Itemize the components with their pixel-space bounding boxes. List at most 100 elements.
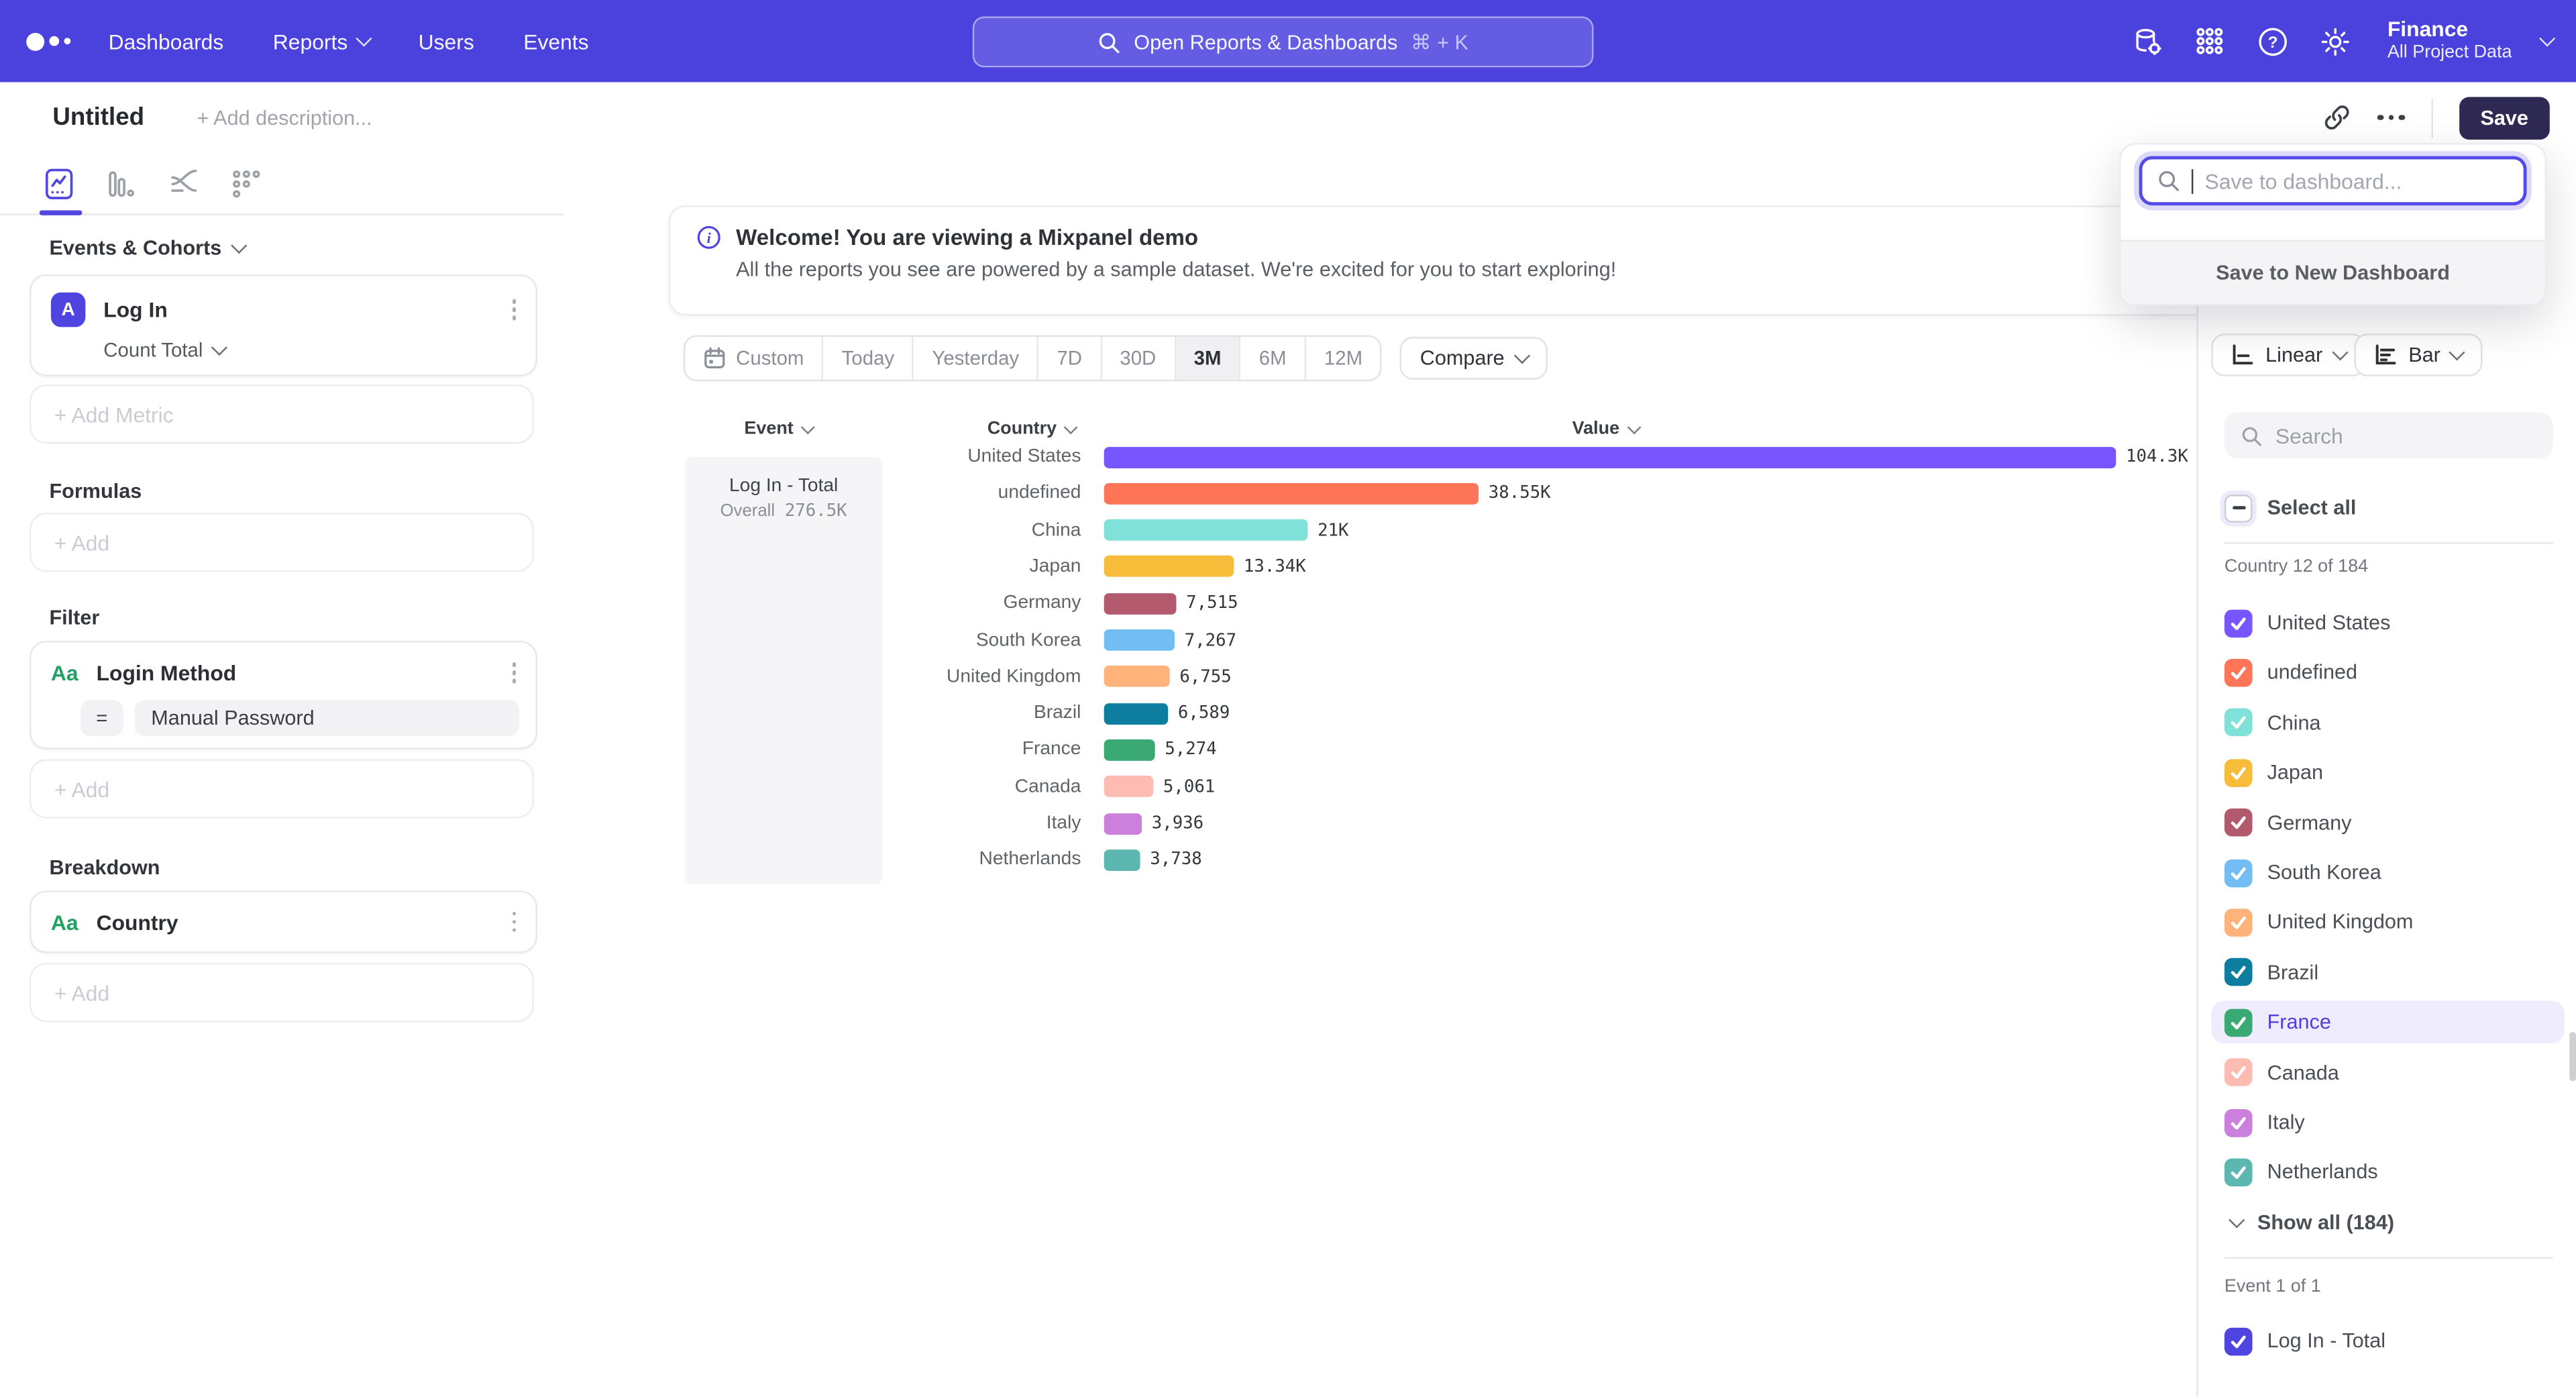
add-breakdown-button[interactable]: + Add bbox=[30, 963, 534, 1022]
metric-name[interactable]: Log In bbox=[103, 297, 508, 322]
legend-country-row-france[interactable]: France bbox=[2211, 1001, 2565, 1044]
date-range-6m[interactable]: 6M bbox=[1241, 337, 1306, 380]
bar-undefined[interactable] bbox=[1104, 483, 1479, 505]
country-checkbox-china[interactable] bbox=[2224, 709, 2253, 737]
nav-item-users[interactable]: Users bbox=[419, 29, 474, 54]
bar-italy[interactable] bbox=[1104, 813, 1142, 834]
legend-country-row-netherlands[interactable]: Netherlands bbox=[2198, 1151, 2576, 1194]
more-options-icon[interactable] bbox=[2377, 115, 2404, 121]
breakdown-property-name[interactable]: Country bbox=[97, 910, 508, 935]
bar-canada[interactable] bbox=[1104, 776, 1153, 797]
breakdown-menu-icon[interactable] bbox=[508, 909, 519, 935]
apps-grid-icon[interactable] bbox=[2194, 25, 2226, 58]
scrollbar-thumb[interactable] bbox=[2569, 1032, 2576, 1081]
chart-type-label: Bar bbox=[2408, 344, 2440, 366]
legend-country-row-germany[interactable]: Germany bbox=[2198, 801, 2576, 844]
event-checkbox[interactable] bbox=[2224, 1327, 2253, 1355]
help-icon[interactable]: ? bbox=[2256, 25, 2289, 58]
date-range-7d[interactable]: 7D bbox=[1039, 337, 1102, 380]
data-management-icon[interactable] bbox=[2131, 25, 2164, 58]
report-title[interactable]: Untitled bbox=[52, 103, 144, 132]
filter-value[interactable]: Manual Password bbox=[135, 699, 519, 735]
bar-united-kingdom[interactable] bbox=[1104, 666, 1170, 688]
filter-property-name[interactable]: Login Method bbox=[97, 660, 508, 685]
mixpanel-logo-icon[interactable] bbox=[26, 32, 85, 50]
legend-country-row-united-states[interactable]: United States bbox=[2198, 601, 2576, 644]
legend-country-row-united-kingdom[interactable]: United Kingdom bbox=[2198, 901, 2576, 944]
country-checkbox-united-kingdom[interactable] bbox=[2224, 909, 2253, 937]
bar-brazil[interactable] bbox=[1104, 703, 1169, 724]
tab-retention[interactable] bbox=[227, 164, 266, 203]
nav-item-events[interactable]: Events bbox=[523, 29, 588, 54]
bar-germany[interactable] bbox=[1104, 592, 1177, 614]
date-range-custom[interactable]: Custom bbox=[685, 337, 824, 380]
add-filter-button[interactable]: + Add bbox=[30, 759, 534, 818]
add-metric-button[interactable]: + Add Metric bbox=[30, 384, 534, 444]
tab-funnels[interactable] bbox=[102, 164, 142, 203]
filter-menu-icon[interactable] bbox=[508, 659, 519, 686]
metric-menu-icon[interactable] bbox=[508, 296, 519, 323]
add-description-field[interactable]: + Add description... bbox=[197, 106, 372, 129]
bar-japan[interactable] bbox=[1104, 556, 1234, 578]
legend-country-row-south-korea[interactable]: South Korea bbox=[2198, 851, 2576, 894]
save-to-new-dashboard-button[interactable]: Save to New Dashboard bbox=[2121, 240, 2545, 305]
filter-card[interactable]: Aa Login Method = Manual Password bbox=[30, 641, 537, 749]
scale-selector-button[interactable]: Linear bbox=[2211, 333, 2365, 376]
breakdown-section-header: Breakdown bbox=[49, 856, 160, 879]
select-all-checkbox[interactable] bbox=[2224, 494, 2253, 522]
country-checkbox-italy[interactable] bbox=[2224, 1108, 2253, 1137]
legend-country-row-canada[interactable]: Canada bbox=[2198, 1051, 2576, 1094]
country-label: United States bbox=[2267, 611, 2391, 634]
legend-country-row-brazil[interactable]: Brazil bbox=[2198, 951, 2576, 994]
add-formula-button[interactable]: + Add bbox=[30, 513, 534, 572]
date-range-12m[interactable]: 12M bbox=[1306, 337, 1381, 380]
chart-type-button[interactable]: Bar bbox=[2354, 333, 2483, 376]
tab-flows[interactable] bbox=[164, 164, 204, 203]
country-checkbox-netherlands[interactable] bbox=[2224, 1158, 2253, 1186]
country-checkbox-south-korea[interactable] bbox=[2224, 859, 2253, 887]
bar-france[interactable] bbox=[1104, 739, 1155, 761]
show-all-button[interactable]: Show all (184) bbox=[2198, 1201, 2576, 1244]
date-range-3m[interactable]: 3M bbox=[1176, 337, 1241, 380]
country-checkbox-canada[interactable] bbox=[2224, 1058, 2253, 1086]
events-section-header[interactable]: Events & Cohorts bbox=[49, 237, 244, 260]
bar-china[interactable] bbox=[1104, 519, 1308, 541]
metric-aggregation[interactable]: Count Total bbox=[103, 338, 535, 361]
value-column-header[interactable]: Value bbox=[1572, 419, 1639, 438]
bar-south-korea[interactable] bbox=[1104, 629, 1175, 651]
select-all-row[interactable]: Select all bbox=[2198, 486, 2576, 529]
project-switcher[interactable]: Finance All Project Data bbox=[2387, 18, 2512, 64]
metric-card[interactable]: A Log In Count Total bbox=[30, 274, 537, 376]
global-search-button[interactable]: Open Reports & Dashboards ⌘ + K bbox=[973, 16, 1594, 67]
country-checkbox-brazil[interactable] bbox=[2224, 958, 2253, 986]
copy-link-icon[interactable] bbox=[2324, 103, 2352, 132]
country-checkbox-germany[interactable] bbox=[2224, 809, 2253, 837]
bar-netherlands[interactable] bbox=[1104, 849, 1140, 871]
settings-gear-icon[interactable] bbox=[2318, 25, 2351, 58]
legend-country-row-italy[interactable]: Italy bbox=[2198, 1101, 2576, 1144]
event-column-header[interactable]: Event bbox=[744, 419, 812, 438]
nav-item-dashboards[interactable]: Dashboards bbox=[109, 29, 224, 54]
legend-country-row-japan[interactable]: Japan bbox=[2198, 752, 2576, 794]
date-range-yesterday[interactable]: Yesterday bbox=[914, 337, 1039, 380]
bar-united-states[interactable] bbox=[1104, 446, 2116, 468]
tab-insights[interactable] bbox=[40, 164, 79, 203]
country-checkbox-united-states[interactable] bbox=[2224, 609, 2253, 637]
legend-event-row[interactable]: Log In - Total bbox=[2198, 1320, 2576, 1363]
nav-item-reports[interactable]: Reports bbox=[273, 29, 369, 54]
legend-country-row-undefined[interactable]: undefined bbox=[2198, 652, 2576, 694]
save-button[interactable]: Save bbox=[2459, 96, 2550, 139]
compare-button[interactable]: Compare bbox=[1400, 337, 1547, 380]
legend-search-input[interactable]: Search bbox=[2224, 413, 2553, 459]
date-range-30d[interactable]: 30D bbox=[1102, 337, 1175, 380]
date-range-today[interactable]: Today bbox=[824, 337, 914, 380]
save-dashboard-search-input[interactable]: Save to dashboard... bbox=[2139, 156, 2527, 205]
country-checkbox-undefined[interactable] bbox=[2224, 659, 2253, 687]
breakdown-card[interactable]: Aa Country bbox=[30, 890, 537, 953]
country-column-header[interactable]: Country bbox=[987, 419, 1075, 438]
country-checkbox-france[interactable] bbox=[2224, 1008, 2253, 1037]
country-checkbox-japan[interactable] bbox=[2224, 759, 2253, 787]
filter-operator[interactable]: = bbox=[80, 699, 123, 735]
legend-country-row-china[interactable]: China bbox=[2198, 701, 2576, 744]
event-series-panel[interactable]: Log In - Total Overall 276.5K bbox=[685, 457, 882, 884]
